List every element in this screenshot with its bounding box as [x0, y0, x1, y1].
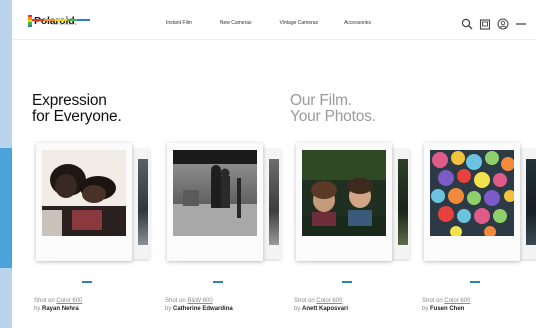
photo-couple [42, 150, 126, 236]
film-link[interactable]: Color 600 [316, 298, 342, 304]
film-link[interactable]: Color 600 [56, 298, 82, 304]
nav-accessories[interactable]: Accessories [344, 20, 371, 26]
photo-balloons [430, 150, 514, 236]
polaroid-page: Polaroid ORIGINALS Instant Film New Came… [12, 0, 536, 328]
headline-expression: Expression for Everyone. [32, 92, 122, 125]
card-accent-dash [342, 281, 352, 283]
account-icon[interactable] [496, 17, 509, 30]
photographer-credit: by Rayan Nehra [34, 306, 79, 312]
logo-stripes [28, 15, 32, 28]
film-link[interactable]: B&W 600 [187, 298, 212, 304]
nav-new-cameras[interactable]: New Cameras [220, 20, 252, 26]
site-header: Polaroid ORIGINALS Instant Film New Came… [12, 6, 536, 40]
film-link[interactable]: Color 600 [444, 298, 470, 304]
shot-on-label: Shot on B&W 600 [165, 298, 213, 304]
headline-our-film: Our Film. Your Photos. [290, 92, 376, 125]
photographer-credit: by Fusen Chen [422, 306, 465, 312]
photo-bw-couple [173, 150, 257, 236]
photographer-credit: by Anett Kaposvari [294, 306, 349, 312]
nav-vintage-cameras[interactable]: Vintage Cameras [280, 20, 319, 26]
bag-icon[interactable] [478, 17, 491, 30]
card-accent-dash [213, 281, 223, 283]
main-nav: Instant Film New Cameras Vintage Cameras… [166, 20, 371, 26]
header-icons [460, 17, 532, 30]
logo-subtext: ORIGINALS [52, 22, 78, 26]
nav-instant-film[interactable]: Instant Film [166, 20, 192, 26]
menu-icon[interactable] [514, 17, 527, 30]
search-icon[interactable] [460, 17, 473, 30]
photo-card-3[interactable]: Shot on Color 600 by Anett Kaposvari [294, 141, 414, 321]
polaroid-frame [36, 143, 132, 261]
photo-card-4[interactable]: Shot on Color 600 by Fusen Chen [422, 141, 536, 321]
polaroid-frame [424, 143, 520, 261]
photo-friends [302, 150, 386, 236]
photographer-credit: by Catherine Edwardina [165, 306, 233, 312]
polaroid-frame [167, 143, 263, 261]
left-edge-strip [0, 0, 12, 328]
card-accent-dash [82, 281, 92, 283]
photo-card-2[interactable]: Shot on B&W 600 by Catherine Edwardina [165, 141, 285, 321]
polaroid-frame [296, 143, 392, 261]
shot-on-label: Shot on Color 600 [294, 298, 343, 304]
logo-rainbow-rule [32, 19, 90, 21]
shot-on-label: Shot on Color 600 [422, 298, 471, 304]
shot-on-label: Shot on Color 600 [34, 298, 83, 304]
card-accent-dash [470, 281, 480, 283]
photo-card-1[interactable]: Shot on Color 600 by Rayan Nehra [34, 141, 154, 321]
